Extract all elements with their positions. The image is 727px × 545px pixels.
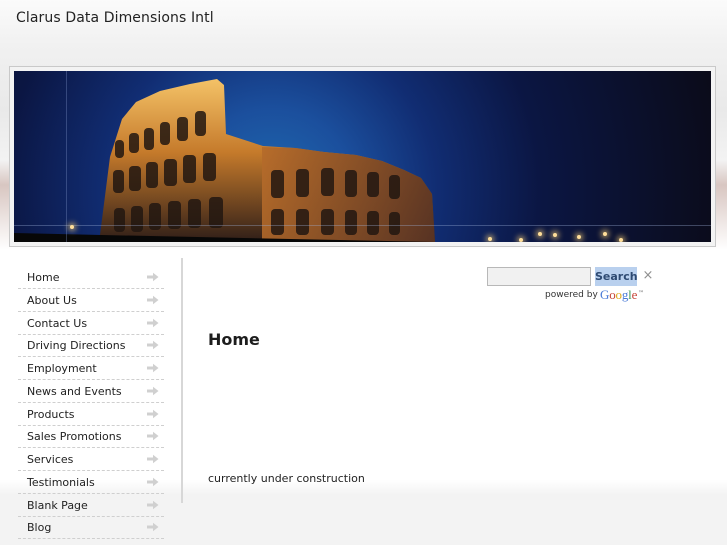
arrow-right-icon — [147, 386, 159, 395]
sidebar-item-label: Products — [27, 407, 75, 421]
site-title: Clarus Data Dimensions Intl — [16, 10, 214, 26]
sidebar-item-label: Employment — [27, 362, 97, 375]
arrow-right-icon — [147, 363, 159, 373]
powered-by-label: powered by — [545, 290, 598, 300]
website-page: Clarus Data Dimensions Intl Home About U… — [0, 0, 727, 545]
banner-image — [14, 71, 711, 242]
sidebar-item-about-us[interactable]: About Us — [18, 290, 164, 312]
arrow-right-icon — [147, 341, 159, 350]
arrow-right-icon — [147, 432, 159, 441]
banner-frame — [9, 66, 716, 247]
sidebar-item-services[interactable]: Services — [18, 449, 164, 471]
arrow-right-icon — [147, 454, 159, 464]
sidebar-item-home[interactable]: Home — [18, 267, 164, 289]
trademark-symbol: ™ — [638, 290, 644, 297]
sidebar-item-blog[interactable]: Blog — [18, 517, 164, 540]
sidebar-item-label: About Us — [27, 293, 77, 307]
sidebar-divider — [181, 258, 183, 503]
arrow-right-icon — [147, 272, 159, 282]
arrow-right-icon — [147, 318, 159, 327]
sidebar-item-label: Testimonials — [27, 475, 95, 489]
sidebar-item-blank-page[interactable]: Blank Page — [18, 495, 164, 517]
banner-vertical-line — [66, 71, 67, 242]
sidebar-item-label: Blank Page — [27, 498, 88, 512]
page-title: Home — [208, 330, 260, 349]
google-search-box: Search × powered by Google ™ — [487, 267, 667, 307]
sidebar-item-label: Blog — [27, 521, 52, 535]
sidebar-item-driving-directions[interactable]: Driving Directions — [18, 335, 164, 358]
sidebar-item-products[interactable]: Products — [18, 404, 164, 426]
sidebar-item-label: News and Events — [27, 384, 122, 398]
sidebar-item-label: Driving Directions — [27, 339, 126, 353]
sidebar-item-employment[interactable]: Employment — [18, 358, 164, 380]
sidebar-item-label: Sales Promotions — [27, 430, 122, 444]
search-button[interactable]: Search — [595, 267, 638, 286]
arrow-right-icon — [147, 295, 159, 304]
sidebar-navigation: Home About Us Contact Us Driving Directi… — [18, 267, 164, 540]
sidebar-item-label: Contact Us — [27, 316, 88, 330]
colosseum-banner-art — [14, 79, 435, 242]
google-logo: Google — [600, 287, 638, 302]
arrow-right-icon — [147, 409, 159, 418]
arrow-right-icon — [147, 523, 159, 532]
search-input[interactable] — [487, 267, 591, 286]
sidebar-item-testimonials[interactable]: Testimonials — [18, 472, 164, 494]
close-icon[interactable]: × — [642, 269, 654, 283]
sidebar-item-news-and-events[interactable]: News and Events — [18, 381, 164, 403]
page-body-text: currently under construction — [208, 472, 365, 485]
sidebar-item-label: Home — [27, 271, 60, 284]
arrow-right-icon — [147, 477, 159, 486]
sidebar-item-sales-promotions[interactable]: Sales Promotions — [18, 426, 164, 449]
sidebar-item-label: Services — [27, 453, 74, 466]
banner-horizontal-line — [14, 225, 711, 226]
arrow-right-icon — [147, 500, 159, 509]
sidebar-item-contact-us[interactable]: Contact Us — [18, 313, 164, 335]
